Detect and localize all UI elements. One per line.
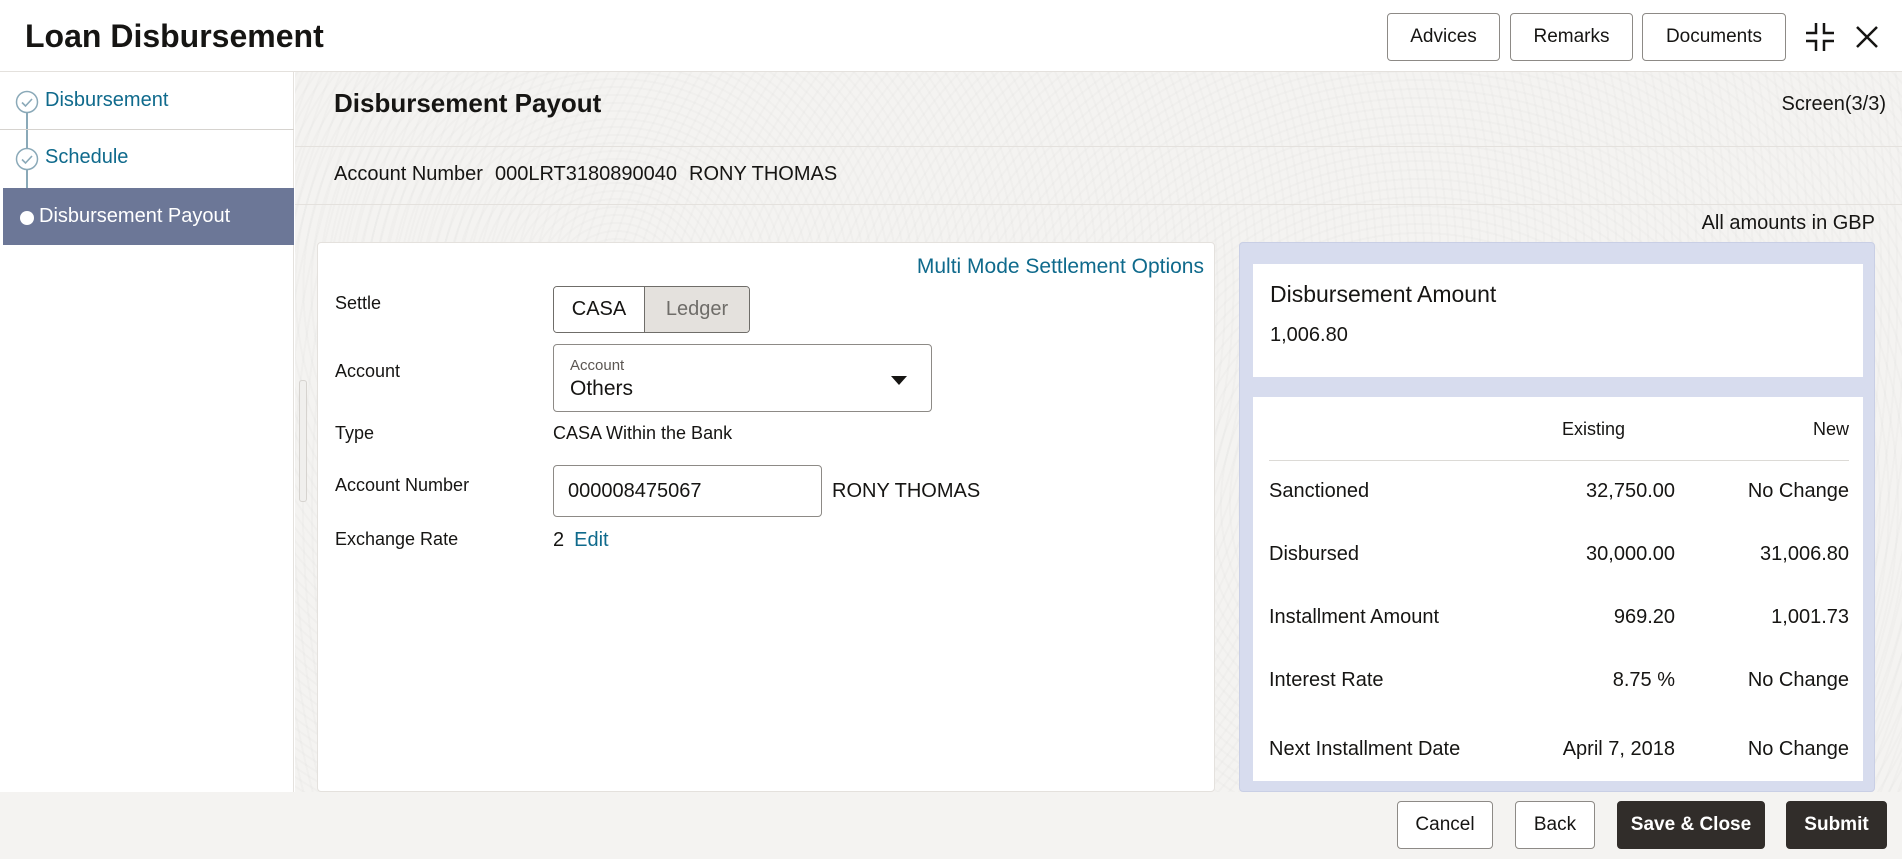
divider: [295, 204, 1902, 205]
account-select[interactable]: Account Others: [553, 344, 932, 412]
row-label: Disbursed: [1269, 543, 1360, 565]
advices-button[interactable]: Advices: [1387, 13, 1500, 61]
row-new: No Change: [1747, 669, 1849, 691]
app-title: Loan Disbursement: [25, 18, 324, 54]
step-disbursement[interactable]: Disbursement: [3, 72, 294, 129]
close-icon[interactable]: [1848, 18, 1886, 56]
row-label: Installment Amount: [1269, 606, 1440, 628]
currency-note: All amounts in GBP: [1701, 212, 1875, 234]
cancel-button[interactable]: Cancel: [1397, 801, 1493, 849]
exchange-rate-edit-link[interactable]: Edit: [574, 529, 608, 552]
summary-panel: Disbursement Amount 1,006.80 Existing Ne…: [1239, 242, 1875, 792]
step-label: Disbursement Payout: [39, 205, 231, 227]
account-label: Account: [335, 361, 401, 381]
disbursement-amount-title: Disbursement Amount: [1270, 281, 1497, 307]
row-existing: 8.75 %: [1612, 669, 1675, 691]
save-close-button[interactable]: Save & Close: [1617, 801, 1765, 849]
row-new: 1,001.73: [1771, 606, 1849, 628]
row-existing: 32,750.00: [1586, 480, 1675, 502]
train-stop-sidebar: Disbursement Schedule Disbursement Payou…: [0, 72, 294, 792]
scrollbar[interactable]: [299, 380, 307, 502]
column-header-new: New: [1812, 419, 1849, 439]
exchange-rate-field: 2 Edit: [553, 529, 609, 552]
exchange-rate-value: 2: [553, 529, 565, 551]
divider: [1269, 460, 1849, 461]
check-circle-icon: [15, 147, 39, 176]
account-select-value: Others: [570, 377, 634, 400]
step-disbursement-payout[interactable]: Disbursement Payout: [3, 188, 294, 245]
account-info-line: Account Number 000LRT3180890040 RONY THO…: [334, 163, 837, 186]
row-new: No Change: [1747, 738, 1849, 760]
account-number-value: 000LRT3180890040: [494, 163, 677, 185]
row-new: 31,006.80: [1760, 543, 1849, 565]
step-label: Schedule: [45, 146, 129, 168]
remarks-button[interactable]: Remarks: [1510, 13, 1633, 61]
disbursement-amount-card: Disbursement Amount 1,006.80: [1253, 264, 1863, 377]
row-existing: 969.20: [1613, 606, 1675, 628]
account-holder-name: RONY THOMAS: [689, 163, 838, 185]
row-existing: April 7, 2018: [1562, 738, 1675, 760]
page-title: Disbursement Payout: [334, 88, 602, 118]
step-label: Disbursement: [45, 89, 169, 111]
column-header-existing: Existing: [1561, 419, 1625, 439]
screen-indicator: Screen(3/3): [1781, 93, 1887, 115]
disbursement-amount-value: 1,006.80: [1270, 324, 1348, 346]
account-number-label: Account Number: [335, 475, 470, 495]
documents-button[interactable]: Documents: [1642, 13, 1786, 61]
back-button[interactable]: Back: [1515, 801, 1595, 849]
account-number-input[interactable]: 000008475067: [553, 465, 822, 517]
divider: [295, 146, 1902, 147]
caret-down-icon: [891, 373, 907, 391]
minimize-icon[interactable]: [1801, 18, 1839, 56]
type-label: Type: [335, 423, 375, 443]
row-label: Next Installment Date: [1269, 738, 1461, 760]
loan-summary-table: Existing New Sanctioned 32,750.00 No Cha…: [1253, 397, 1863, 781]
account-number-holder: RONY THOMAS: [832, 480, 981, 502]
account-number-label: Account Number: [334, 163, 483, 185]
settle-label: Settle: [335, 293, 382, 313]
type-value: CASA Within the Bank: [553, 423, 733, 443]
row-label: Sanctioned: [1269, 480, 1370, 502]
current-step-dot-icon: [19, 210, 35, 231]
app-header: Loan Disbursement Advices Remarks Docume…: [0, 0, 1902, 72]
multi-mode-settlement-link[interactable]: Multi Mode Settlement Options: [917, 255, 1204, 279]
settle-option-ledger[interactable]: Ledger: [645, 287, 749, 332]
row-existing: 30,000.00: [1586, 543, 1675, 565]
submit-button[interactable]: Submit: [1786, 801, 1887, 849]
payout-form-card: Multi Mode Settlement Options Settle CAS…: [317, 242, 1215, 792]
step-schedule[interactable]: Schedule: [3, 129, 294, 186]
account-select-label: Account: [570, 357, 625, 374]
exchange-rate-label: Exchange Rate: [335, 529, 459, 549]
check-circle-icon: [15, 90, 39, 119]
row-new: No Change: [1747, 480, 1849, 502]
row-label: Interest Rate: [1269, 669, 1384, 691]
settle-option-casa[interactable]: CASA: [554, 287, 645, 332]
settle-toggle: CASA Ledger: [553, 286, 750, 333]
